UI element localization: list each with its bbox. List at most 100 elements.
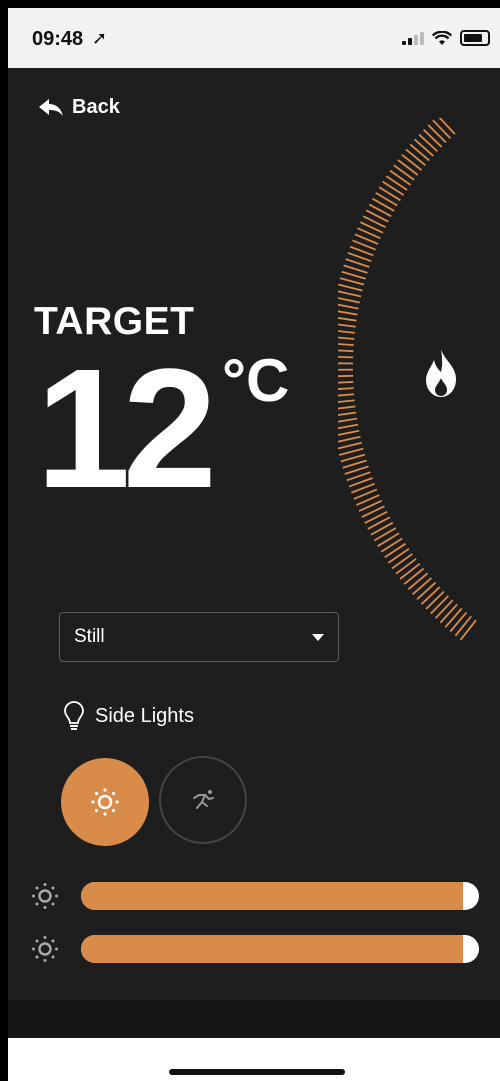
dial-tick	[459, 619, 477, 641]
dial-tick	[412, 577, 433, 596]
dial-tick	[407, 572, 429, 590]
light-mode-motion-button[interactable]	[159, 756, 247, 844]
dial-tick	[420, 586, 441, 605]
dial-tick	[418, 133, 439, 153]
dial-tick	[439, 603, 458, 624]
brightness-icon	[32, 883, 58, 909]
dial-tick	[389, 169, 412, 186]
dial-tick	[425, 590, 445, 610]
dial-tick	[343, 264, 368, 274]
dial-tick	[414, 138, 434, 157]
back-arrow-icon	[39, 98, 63, 116]
dial-tick	[339, 277, 365, 286]
running-person-icon	[193, 790, 214, 809]
brightness-slider-2	[30, 929, 490, 969]
dial-tick	[344, 465, 369, 475]
brightness-slider-track[interactable]	[81, 935, 479, 963]
temperature-dial[interactable]	[338, 118, 500, 678]
dial-tick	[378, 186, 401, 202]
home-indicator[interactable]	[169, 1069, 345, 1075]
app-screen: 09:48 ➚ Back TARGET 12 °C Still Side Lig…	[8, 8, 500, 1081]
dial-tick	[338, 336, 355, 340]
dial-tick	[393, 164, 415, 181]
dial-tick	[438, 118, 456, 135]
dial-tick	[338, 447, 364, 456]
status-time: 09:48	[32, 28, 84, 50]
dial-tick	[397, 159, 419, 176]
dial-tick	[395, 558, 417, 575]
dial-tick	[375, 192, 398, 207]
dial-tick	[338, 330, 356, 334]
dial-tick	[338, 411, 357, 416]
dial-tick	[387, 548, 410, 564]
dial-tick	[384, 542, 407, 559]
dial-tick	[370, 521, 394, 536]
dial-tick	[338, 399, 355, 403]
dial-tick	[338, 343, 354, 347]
status-bar: 09:48 ➚	[8, 8, 500, 68]
dial-tick	[338, 374, 354, 378]
mode-dropdown-value: Still	[74, 626, 105, 647]
dial-tick	[422, 128, 443, 148]
dial-tick	[342, 459, 367, 469]
light-mode-on-button[interactable]	[61, 758, 149, 846]
brightness-icon	[32, 936, 58, 962]
dial-tick	[338, 283, 363, 292]
dial-tick	[409, 143, 430, 162]
dial-tick	[382, 180, 405, 196]
dial-tick	[444, 607, 463, 628]
dial-tick	[338, 429, 360, 436]
dial-tick	[430, 595, 449, 615]
dial-tick	[434, 599, 454, 619]
status-icons	[402, 30, 490, 46]
dial-tick	[399, 562, 421, 580]
temperature-unit: °C	[222, 347, 290, 414]
dial-tick	[338, 290, 362, 298]
dial-tick	[338, 297, 360, 304]
dial-tick	[416, 581, 437, 600]
footer-band	[8, 1000, 500, 1038]
dial-tick	[338, 393, 355, 397]
dial-tick	[338, 435, 361, 443]
back-button[interactable]: Back	[38, 96, 120, 119]
battery-icon	[460, 30, 490, 46]
back-label: Back	[72, 96, 120, 118]
dial-tick	[373, 527, 397, 542]
mode-dropdown[interactable]: Still	[59, 612, 339, 662]
dial-tick	[338, 349, 354, 353]
dial-tick	[377, 532, 400, 547]
location-arrow-icon: ➚	[92, 28, 108, 48]
target-temperature: 12	[36, 334, 217, 524]
dial-tick	[338, 417, 358, 423]
dial-tick	[338, 381, 354, 384]
chevron-down-icon	[312, 633, 324, 641]
flame-icon	[426, 349, 456, 397]
brightness-slider-fill	[81, 935, 464, 963]
dial-tick	[391, 553, 414, 570]
side-lights-header: Side Lights	[63, 700, 194, 732]
brightness-slider-1	[30, 876, 490, 916]
dial-tick	[405, 148, 426, 167]
dial-tick	[403, 567, 425, 585]
dial-tick	[338, 317, 357, 322]
dial-tick	[340, 453, 366, 463]
wifi-icon	[432, 30, 452, 45]
lightbulb-icon	[64, 701, 84, 730]
dial-tick	[341, 270, 366, 280]
dial-tick	[338, 355, 354, 359]
dial-tick	[345, 258, 370, 268]
signal-icon	[402, 31, 424, 45]
dial-tick	[449, 611, 468, 633]
dial-tick	[338, 441, 363, 450]
brightness-slider-track[interactable]	[81, 882, 479, 910]
dial-tick	[338, 387, 354, 390]
dial-tick	[338, 405, 356, 410]
dial-tick	[338, 323, 356, 328]
side-lights-label: Side Lights	[95, 704, 194, 727]
dial-tick	[380, 537, 403, 553]
dial-tick	[401, 153, 423, 171]
dial-tick	[338, 423, 359, 430]
dial-tick	[454, 615, 472, 637]
dial-tick	[427, 124, 447, 144]
dial-tick	[432, 119, 451, 139]
